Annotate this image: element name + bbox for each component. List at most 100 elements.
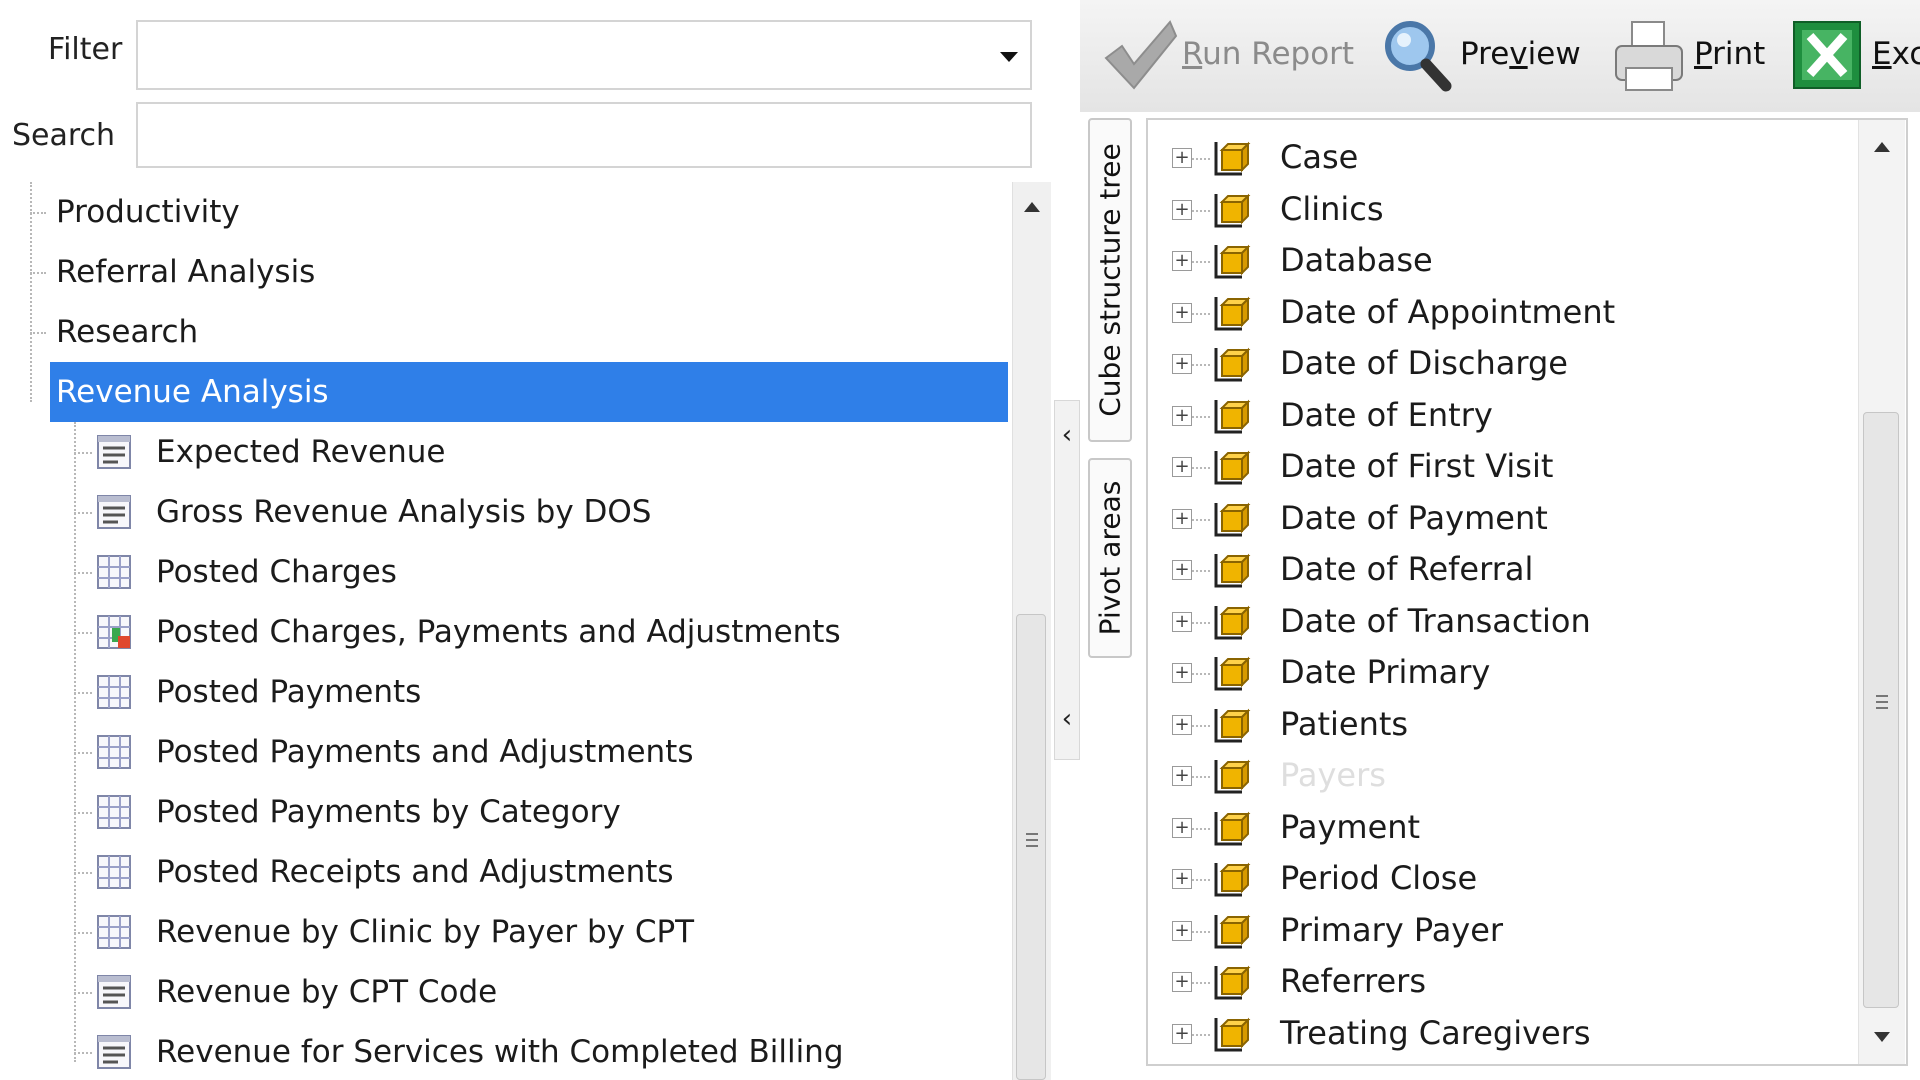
checkmark-icon bbox=[1104, 20, 1178, 90]
category-research[interactable]: Research bbox=[50, 302, 1008, 362]
scrollbar-thumb[interactable] bbox=[1016, 614, 1046, 1080]
expand-plus-icon[interactable]: + bbox=[1172, 869, 1192, 889]
dimension-cube-icon bbox=[1214, 965, 1251, 1000]
dimension-item[interactable]: + Payment bbox=[1172, 802, 1872, 853]
report-item[interactable]: Gross Revenue Analysis by DOS bbox=[74, 482, 996, 542]
expand-plus-icon[interactable]: + bbox=[1172, 920, 1192, 941]
report-item[interactable]: Posted Charges bbox=[74, 542, 996, 602]
report-item[interactable]: Posted Charges, Payments and Adjustments bbox=[74, 602, 996, 662]
tree-connector bbox=[1192, 930, 1210, 933]
dimension-item[interactable]: + Clinics bbox=[1172, 184, 1872, 235]
scrollbar-thumb[interactable] bbox=[1863, 412, 1899, 1008]
dimension-item[interactable]: + Case bbox=[1172, 132, 1872, 183]
expand-plus-icon[interactable]: + bbox=[1172, 457, 1192, 477]
cube-tree-scrollbar[interactable] bbox=[1858, 120, 1905, 1064]
scroll-up-arrow-icon[interactable] bbox=[1024, 202, 1040, 212]
tab-pivot-areas[interactable]: Pivot areas bbox=[1088, 458, 1132, 658]
preview-button[interactable]: Preview bbox=[1378, 14, 1588, 98]
dimension-label: Referrers bbox=[1280, 962, 1426, 1000]
expand-plus-icon[interactable]: + bbox=[1172, 714, 1192, 735]
expand-plus-icon[interactable]: + bbox=[1172, 663, 1192, 683]
tree-connector bbox=[1192, 467, 1210, 469]
filter-dropdown[interactable] bbox=[136, 20, 1032, 90]
tree-connector bbox=[74, 422, 76, 1062]
expand-plus-icon[interactable]: + bbox=[1172, 1023, 1192, 1044]
expand-plus-icon[interactable]: + bbox=[1172, 302, 1192, 323]
dimension-cube-icon bbox=[1214, 605, 1251, 639]
report-item[interactable]: Posted Payments by Category bbox=[74, 782, 996, 842]
expand-plus-icon[interactable]: + bbox=[1172, 405, 1192, 426]
dimension-item[interactable]: + Date of Referral bbox=[1172, 544, 1872, 595]
dimension-item[interactable]: + Referrers bbox=[1172, 956, 1872, 1007]
grid-report-icon bbox=[97, 915, 131, 949]
dimension-item[interactable]: + Period Close bbox=[1172, 853, 1872, 904]
category-label: Research bbox=[56, 314, 199, 350]
dimension-label: Patients bbox=[1280, 704, 1409, 743]
tree-connector bbox=[74, 452, 92, 454]
expand-plus-icon[interactable]: + bbox=[1172, 972, 1192, 992]
report-item[interactable]: Posted Receipts and Adjustments bbox=[74, 842, 996, 902]
dimension-label: Payers bbox=[1280, 756, 1386, 794]
report-list-icon bbox=[97, 435, 131, 469]
report-item[interactable]: Revenue for Services with Completed Bill… bbox=[74, 1022, 996, 1080]
tab-cube-structure-tree[interactable]: Cube structure tree bbox=[1088, 118, 1132, 442]
category-productivity[interactable]: Productivity bbox=[50, 182, 1008, 242]
expand-plus-icon[interactable]: + bbox=[1172, 251, 1192, 271]
dimension-label: Database bbox=[1280, 241, 1433, 279]
report-tree-scrollbar[interactable] bbox=[1012, 182, 1051, 1080]
collapse-chevron-left-icon[interactable]: ‹ bbox=[1057, 420, 1077, 450]
report-item[interactable]: Posted Payments bbox=[74, 662, 996, 722]
dimension-item[interactable]: + Date of Entry bbox=[1172, 390, 1872, 441]
preview-label: Preview bbox=[1460, 36, 1581, 72]
dimension-item[interactable]: + Date of Payment bbox=[1172, 493, 1872, 544]
dimension-item[interactable]: + Date of Discharge bbox=[1172, 338, 1872, 389]
dimension-item[interactable]: + Payers bbox=[1172, 750, 1872, 801]
expand-plus-icon[interactable]: + bbox=[1172, 199, 1192, 220]
dimension-label: Date of First Visit bbox=[1280, 447, 1554, 485]
dimension-item[interactable]: + Patients bbox=[1172, 699, 1872, 750]
report-label: Revenue by CPT Code bbox=[156, 974, 498, 1010]
dimension-item[interactable]: + Date Primary bbox=[1172, 647, 1872, 698]
expand-plus-icon[interactable]: + bbox=[1172, 560, 1192, 580]
report-label: Posted Charges, Payments and Adjustments bbox=[156, 614, 841, 650]
export-excel-button[interactable]: Exc bbox=[1792, 14, 1920, 98]
report-item[interactable]: Revenue by CPT Code bbox=[74, 962, 996, 1022]
tree-connector bbox=[1192, 1033, 1210, 1036]
report-label: Revenue for Services with Completed Bill… bbox=[156, 1034, 844, 1070]
print-button[interactable]: Print bbox=[1610, 14, 1770, 98]
tree-connector bbox=[30, 182, 32, 402]
dimension-cube-icon bbox=[1214, 244, 1251, 279]
dimension-item[interactable]: + Primary Payer bbox=[1172, 905, 1872, 956]
expand-plus-icon[interactable]: + bbox=[1172, 766, 1192, 786]
dimension-cube-icon bbox=[1214, 193, 1251, 227]
dimension-item[interactable]: + Treating Caregivers bbox=[1172, 1008, 1872, 1059]
expand-plus-icon[interactable]: + bbox=[1172, 611, 1192, 632]
report-item[interactable]: Posted Payments and Adjustments bbox=[74, 722, 996, 782]
category-revenue-analysis[interactable]: Revenue Analysis bbox=[50, 362, 1008, 422]
report-item[interactable]: Revenue by Clinic by Payer by CPT bbox=[74, 902, 996, 962]
tree-connector bbox=[74, 572, 92, 574]
search-label: Search bbox=[12, 118, 116, 153]
category-referral-analysis[interactable]: Referral Analysis bbox=[50, 242, 1008, 302]
collapse-chevron-left-icon[interactable]: ‹ bbox=[1057, 704, 1077, 734]
dimension-cube-icon bbox=[1214, 656, 1251, 691]
expand-plus-icon[interactable]: + bbox=[1172, 508, 1192, 529]
dimension-item[interactable]: + Database bbox=[1172, 235, 1872, 286]
dimension-item[interactable]: + Date of First Visit bbox=[1172, 441, 1872, 492]
report-label: Posted Payments by Category bbox=[156, 794, 621, 830]
search-input[interactable] bbox=[136, 102, 1032, 168]
tree-connector bbox=[1192, 673, 1210, 675]
run-report-button[interactable]: Run Report bbox=[1100, 14, 1360, 98]
tree-connector bbox=[1192, 415, 1210, 418]
grid-report-icon bbox=[97, 675, 131, 709]
dimension-item[interactable]: + Date of Transaction bbox=[1172, 596, 1872, 647]
expand-plus-icon[interactable]: + bbox=[1172, 148, 1192, 168]
expand-plus-icon[interactable]: + bbox=[1172, 354, 1192, 374]
dropdown-arrow-icon[interactable] bbox=[1000, 52, 1018, 62]
dimension-cube-icon bbox=[1214, 1017, 1251, 1051]
expand-plus-icon[interactable]: + bbox=[1172, 817, 1192, 838]
scroll-up-arrow-icon[interactable] bbox=[1874, 142, 1890, 152]
report-item[interactable]: Expected Revenue bbox=[74, 422, 996, 482]
scroll-down-arrow-icon[interactable] bbox=[1874, 1032, 1890, 1042]
dimension-item[interactable]: + Date of Appointment bbox=[1172, 287, 1872, 338]
